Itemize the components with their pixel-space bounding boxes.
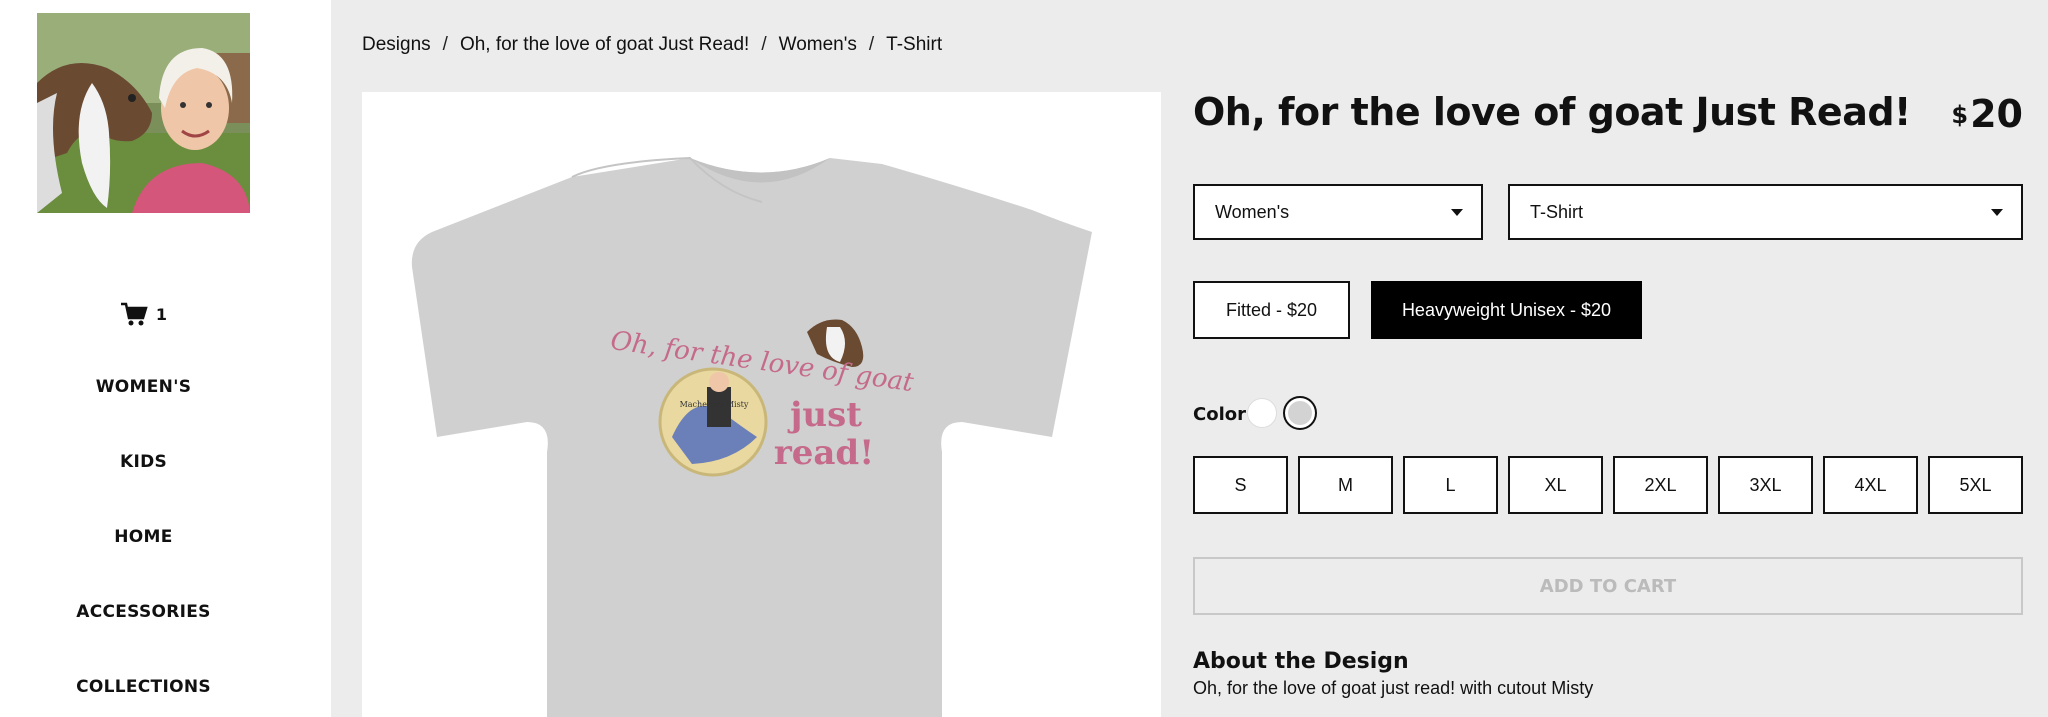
size-5xl-button[interactable]: 5XL: [1928, 456, 2023, 514]
size-s-button[interactable]: S: [1193, 456, 1288, 514]
nav-kids[interactable]: KIDS: [0, 452, 287, 472]
nav-womens[interactable]: WOMEN'S: [0, 377, 287, 397]
breadcrumb-design[interactable]: Oh, for the love of goat Just Read!: [460, 34, 749, 56]
price-amount: 20: [1970, 92, 2023, 136]
nav-collections[interactable]: COLLECTIONS: [0, 677, 287, 697]
color-swatch-white[interactable]: [1247, 398, 1277, 428]
color-swatch-heather-gray[interactable]: [1283, 396, 1317, 430]
product-title: Oh, for the love of goat Just Read!: [1193, 90, 1911, 134]
size-l-button[interactable]: L: [1403, 456, 1498, 514]
avatar-photo: [37, 13, 250, 213]
breadcrumb-type[interactable]: T-Shirt: [886, 34, 942, 56]
cart-link[interactable]: 1: [0, 298, 287, 330]
size-3xl-button[interactable]: 3XL: [1718, 456, 1813, 514]
breadcrumb: Designs / Oh, for the love of goat Just …: [362, 34, 942, 56]
book-title: Macheroni Misty: [680, 400, 749, 409]
gender-select-value: Women's: [1215, 201, 1290, 222]
breadcrumb-gender[interactable]: Women's: [779, 34, 857, 56]
about-design-heading: About the Design: [1193, 649, 1409, 674]
chevron-down-icon: [1991, 209, 2003, 216]
nav-accessories[interactable]: ACCESSORIES: [0, 602, 287, 622]
breadcrumb-designs[interactable]: Designs: [362, 34, 431, 56]
gender-select[interactable]: Women's: [1193, 184, 1483, 240]
size-m-button[interactable]: M: [1298, 456, 1393, 514]
price-currency: $: [1951, 101, 1969, 129]
print-line3: read!: [774, 433, 874, 473]
breadcrumb-separator: /: [442, 34, 448, 55]
sidebar: 1 WOMEN'S KIDS HOME ACCESSORIES COLLECTI…: [0, 0, 331, 717]
about-design-text: Oh, for the love of goat just read! with…: [1193, 678, 1594, 698]
color-label: Color: [1193, 404, 1246, 425]
breadcrumb-separator: /: [868, 34, 875, 55]
breadcrumb-separator: /: [761, 34, 767, 55]
product-price: $20: [1951, 92, 2023, 136]
size-2xl-button[interactable]: 2XL: [1613, 456, 1708, 514]
size-4xl-button[interactable]: 4XL: [1823, 456, 1918, 514]
style-heavyweight-unisex-button[interactable]: Heavyweight Unisex - $20: [1371, 281, 1642, 339]
product-image[interactable]: Macheroni Misty Oh, for the love of goat…: [362, 92, 1161, 717]
print-line2: just: [787, 395, 862, 435]
size-xl-button[interactable]: XL: [1508, 456, 1603, 514]
product-type-select-value: T-Shirt: [1530, 201, 1584, 222]
cart-count: 1: [155, 304, 168, 324]
nav-home[interactable]: HOME: [0, 527, 287, 547]
style-fitted-button[interactable]: Fitted - $20: [1193, 281, 1350, 339]
add-to-cart-button[interactable]: ADD TO CART: [1193, 557, 2023, 615]
tshirt-mockup: Macheroni Misty Oh, for the love of goat…: [411, 156, 1092, 717]
artist-avatar[interactable]: [37, 13, 250, 213]
chevron-down-icon: [1451, 209, 1463, 216]
cart-icon: [120, 302, 148, 326]
product-type-select[interactable]: T-Shirt: [1508, 184, 2023, 240]
